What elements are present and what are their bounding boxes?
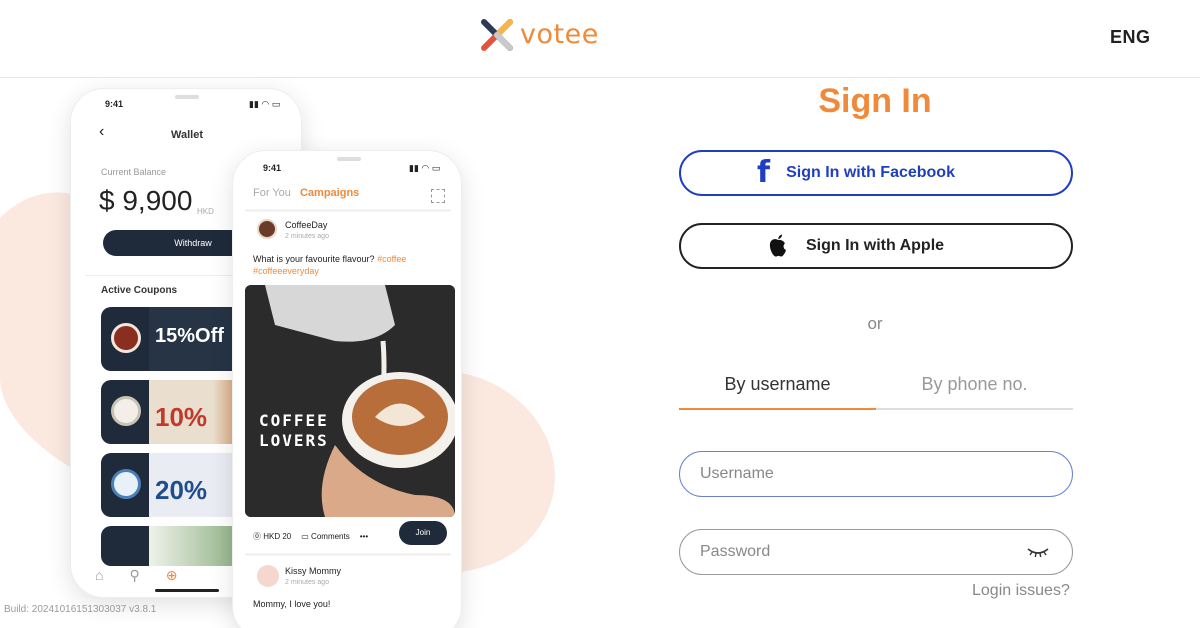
comments-label: Comments	[311, 531, 350, 541]
caption-line: LOVERS	[259, 431, 329, 450]
avatar	[257, 565, 279, 587]
coupon-offer: 20%	[155, 475, 208, 505]
post-author: Kissy Mommy	[285, 566, 341, 576]
balance-currency: HKD	[197, 207, 214, 216]
brand-logo[interactable]: votee	[480, 18, 599, 52]
join-button: Join	[399, 521, 447, 545]
wallet-title: Wallet	[171, 129, 203, 141]
post-comments: ▭ Comments	[301, 532, 349, 541]
hide-password-icon[interactable]	[1027, 545, 1049, 559]
coupon-offer: 15%Off	[155, 325, 224, 347]
facebook-icon: f	[757, 155, 771, 190]
caption-line: COFFEE	[259, 411, 329, 430]
coupon-logo	[111, 323, 141, 353]
or-separator: or	[867, 314, 883, 333]
apple-signin-label: Sign In with Apple	[805, 237, 945, 254]
post-image: COFFEE LOVERS	[245, 285, 455, 517]
post-time: 2 minutes ago	[285, 579, 329, 586]
phone-notch	[175, 95, 199, 99]
post-text: Mommy, I love you!	[253, 599, 331, 609]
add-icon: ⊕	[165, 567, 178, 583]
login-issues-link[interactable]: Login issues?	[972, 582, 1070, 600]
post-author: CoffeeDay	[285, 220, 328, 230]
post-text: What is your favourite flavour? #coffee …	[253, 253, 443, 277]
feed-tabs: For You Campaigns	[253, 187, 359, 199]
scan-icon	[431, 189, 445, 203]
coin-icon: ⓪	[253, 531, 261, 541]
password-input[interactable]	[679, 529, 1073, 575]
phone-notch	[337, 157, 361, 161]
apple-signin-button[interactable]: Sign In with Apple	[679, 223, 1073, 269]
username-input[interactable]	[679, 451, 1073, 497]
status-icons: ▮▮ ◠ ▭	[249, 99, 281, 109]
language-switcher[interactable]: ENG	[1110, 27, 1151, 48]
comment-icon: ▭	[301, 531, 309, 541]
divider	[245, 209, 451, 212]
tab-by-username[interactable]: By username	[679, 374, 876, 410]
status-time: 9:41	[105, 99, 124, 109]
balance-amount: $ 9,900	[99, 185, 193, 216]
tab-for-you: For You	[253, 187, 291, 199]
tab-by-phone[interactable]: By phone no.	[876, 374, 1073, 410]
post-question: What is your favourite flavour?	[253, 254, 375, 264]
price-value: HKD 20	[263, 531, 292, 541]
apple-icon	[769, 234, 786, 257]
status-icons: ▮▮ ◠ ▭	[409, 163, 441, 173]
coffee-illustration	[245, 285, 455, 517]
coupon-offer: 10%	[155, 402, 208, 432]
home-indicator	[155, 589, 219, 592]
facebook-signin-button[interactable]: f Sign In with Facebook	[679, 150, 1073, 196]
post-time: 2 minutes ago	[285, 233, 329, 240]
divider	[245, 553, 451, 556]
coupon-logo	[111, 469, 141, 499]
logo-x-icon	[481, 19, 513, 51]
avatar	[257, 219, 277, 239]
brand-name: votee	[520, 18, 599, 50]
home-icon: ⌂	[95, 567, 104, 583]
current-balance-label: Current Balance	[101, 167, 167, 177]
feed-phone-mockup: 9:41 ▮▮ ◠ ▭ For You Campaigns CoffeeDay …	[232, 150, 462, 628]
coupon-logo	[111, 396, 141, 426]
tab-campaigns: Campaigns	[299, 187, 360, 199]
page-title: Sign In	[818, 82, 932, 120]
image-caption: COFFEE LOVERS	[259, 411, 329, 451]
search-icon: ⚲	[129, 567, 140, 583]
status-time: 9:41	[263, 163, 282, 173]
more-icon: •••	[359, 531, 369, 541]
post-price: ⓪ HKD 20	[253, 531, 291, 542]
build-version: Build: 20241016151303037 v3.8.1	[4, 604, 157, 615]
top-header: votee ENG	[0, 0, 1200, 78]
hero-illustration: 9:41 ▮▮ ◠ ▭ ‹ Wallet Current Balance $ 9…	[0, 78, 600, 628]
facebook-signin-label: Sign In with Facebook	[786, 164, 955, 181]
active-coupons-label: Active Coupons	[101, 285, 178, 296]
